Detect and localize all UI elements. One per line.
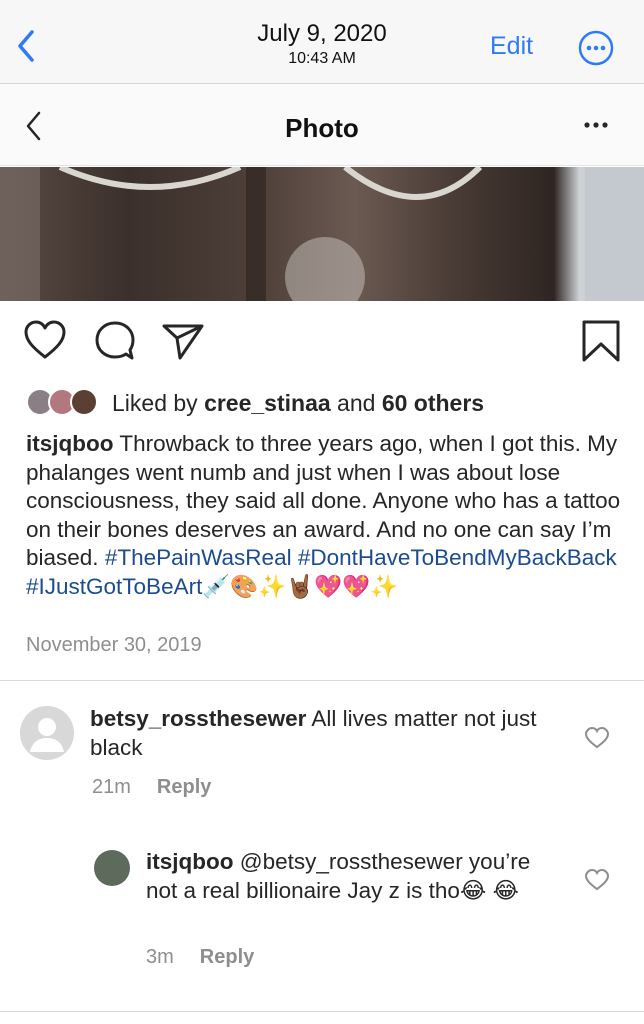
comment-username[interactable]: betsy_rossthesewer — [90, 706, 306, 731]
post-header: Photo — [0, 84, 644, 166]
more-dots-icon[interactable] — [578, 117, 614, 133]
comment-meta: 21m Reply — [92, 776, 211, 799]
like-comment-heart-icon[interactable] — [584, 868, 610, 892]
likes-prefix: Liked by — [112, 390, 198, 416]
reply-button[interactable]: Reply — [157, 776, 211, 798]
comment-username[interactable]: itsjqboo — [146, 849, 233, 874]
avatar[interactable] — [20, 706, 74, 760]
avatar — [70, 388, 98, 416]
edit-button[interactable]: Edit — [490, 32, 533, 61]
comment-age: 3m — [146, 946, 174, 968]
post-caption: itsjqboo Throwback to three years ago, w… — [26, 430, 622, 601]
photo-content — [0, 167, 644, 301]
likes-summary[interactable]: Liked by cree_stinaa and 60 others — [26, 386, 626, 418]
post-actions — [0, 318, 644, 374]
comment-body: betsy_rossthesewer All lives matter not … — [90, 705, 570, 762]
liker-username[interactable]: cree_stinaa — [204, 390, 331, 416]
photo-date: July 9, 2020 — [257, 20, 387, 47]
liker-avatars — [26, 386, 106, 418]
likes-and: and — [337, 390, 376, 416]
more-circle-icon[interactable] — [576, 28, 616, 68]
divider — [0, 1011, 644, 1012]
bookmark-icon[interactable] — [578, 318, 624, 364]
like-comment-heart-icon[interactable] — [584, 726, 610, 750]
page-title: Photo — [285, 113, 359, 143]
comment-age: 21m — [92, 776, 131, 798]
photos-top-bar: July 9, 2020 10:43 AM Edit — [0, 0, 644, 84]
share-icon[interactable] — [160, 318, 206, 364]
caption-emojis: 💉🎨✨🤘🏾💖💖✨ — [202, 573, 399, 599]
avatar[interactable] — [94, 850, 130, 886]
post-date: November 30, 2019 — [26, 634, 202, 656]
photo-time: 10:43 AM — [288, 50, 356, 67]
divider — [0, 680, 644, 681]
post-photo[interactable] — [0, 167, 644, 301]
heart-icon[interactable] — [22, 318, 68, 364]
caption-username[interactable]: itsjqboo — [26, 431, 113, 456]
comment-meta: 3m Reply — [146, 946, 254, 969]
reply-button[interactable]: Reply — [200, 946, 254, 968]
likes-count[interactable]: 60 others — [382, 390, 484, 416]
likes-text: Liked by cree_stinaa and 60 others — [112, 390, 484, 417]
comment-body: itsjqboo @betsy_rossthesewer you’re not … — [146, 848, 556, 905]
comment-icon[interactable] — [92, 318, 138, 364]
default-avatar-icon — [30, 718, 64, 752]
